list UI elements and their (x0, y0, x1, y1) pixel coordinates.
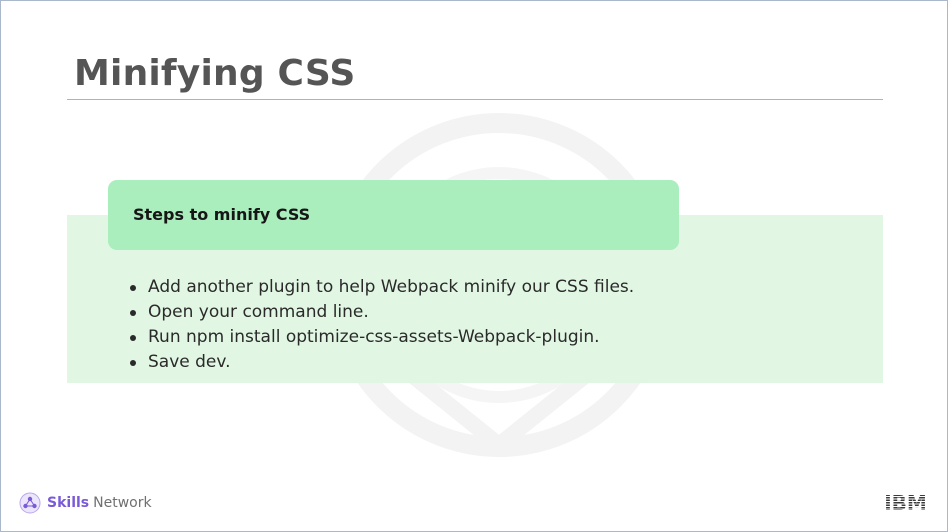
slide-title: Minifying CSS (74, 53, 356, 94)
list-item-text: Open your command line. (148, 302, 369, 322)
list-item-text: Save dev. (148, 352, 231, 372)
skills-network-icon (19, 492, 41, 514)
list-item: Open your command line. (129, 300, 634, 325)
skills-network-brand: Skills Network (19, 491, 152, 515)
section-header-box: Steps to minify CSS (108, 180, 679, 250)
ibm-logo-text: IBM (884, 492, 927, 512)
list-item: Run npm install optimize-css-assets-Webp… (129, 325, 634, 350)
bullet-icon (130, 335, 136, 341)
steps-list: Add another plugin to help Webpack minif… (129, 275, 634, 375)
list-item-text: Add another plugin to help Webpack minif… (148, 277, 635, 297)
section-header-label: Steps to minify CSS (133, 205, 311, 224)
list-item: Save dev. (129, 350, 634, 375)
list-item-text: Run npm install optimize-css-assets-Webp… (148, 327, 600, 347)
brand-name-rest: Network (93, 495, 152, 511)
list-item: Add another plugin to help Webpack minif… (129, 275, 634, 300)
ibm-logo: IBM (884, 492, 927, 512)
bullet-icon (130, 310, 136, 316)
bullet-icon (130, 360, 136, 366)
bullet-icon (130, 285, 136, 291)
slide-frame: Minifying CSS Steps to minify CSS Add an… (0, 0, 948, 532)
brand-name-bold: Skills (47, 495, 90, 511)
title-divider (67, 99, 883, 100)
